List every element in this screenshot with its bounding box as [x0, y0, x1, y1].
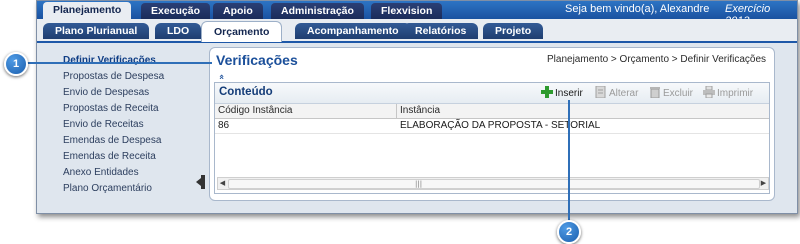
top-nav: Planejamento Execução Apoio Administraçã… [37, 1, 797, 27]
content-box: Conteúdo Inserir Alterar Excluir Imprimi… [214, 82, 770, 194]
tab-administracao[interactable]: Administração [271, 3, 364, 19]
plus-icon [541, 86, 553, 98]
content-title: Conteúdo [219, 86, 273, 98]
callout-2: 2 [557, 220, 581, 244]
document-edit-icon [595, 85, 607, 99]
delete-label: Excluir [663, 88, 694, 99]
tab-acompanhamento[interactable]: Acompanhamento [295, 23, 411, 39]
sidebar-item-anexo-entidades[interactable]: Anexo Entidades [63, 167, 139, 178]
page-title: Verificações [216, 52, 298, 68]
tab-plano-plurianual[interactable]: Plano Plurianual [43, 23, 150, 39]
column-divider[interactable] [396, 104, 397, 118]
edit-label: Alterar [609, 88, 639, 99]
sidebar-item-propostas-receita[interactable]: Propostas de Receita [63, 103, 159, 114]
table-row[interactable]: 86 ELABORAÇÃO DA PROPOSTA - SETORIAL [215, 119, 769, 134]
edit-button[interactable]: Alterar [595, 85, 639, 100]
callout-1: 1 [4, 52, 28, 76]
column-header-codigo[interactable]: Código Instância [218, 105, 293, 116]
column-header-instancia[interactable]: Instância [400, 105, 440, 116]
cell-codigo: 86 [218, 120, 230, 131]
sidebar-collapse-handle[interactable] [196, 175, 205, 189]
sidebar-item-emendas-despesa[interactable]: Emendas de Despesa [63, 135, 161, 146]
tab-planejamento[interactable]: Planejamento [43, 2, 132, 19]
tab-orcamento[interactable]: Orçamento [201, 21, 283, 42]
sidebar-item-definir-verificacoes[interactable]: Definir Verificações [63, 55, 156, 66]
sub-nav: Plano Plurianual LDO Orçamento Acompanha… [37, 19, 797, 43]
tab-execucao[interactable]: Execução [141, 3, 211, 19]
tab-apoio[interactable]: Apoio [213, 3, 263, 19]
sidebar-item-envio-despesas[interactable]: Envio de Despesas [63, 87, 149, 98]
sidebar: Definir Verificações Propostas de Despes… [37, 45, 205, 209]
collapse-chevron-icon[interactable]: « [216, 74, 226, 80]
printer-icon [703, 85, 715, 99]
scroll-right-icon[interactable]: ▶ [759, 179, 768, 188]
grid-header: Código Instância Instância [215, 104, 769, 119]
sidebar-item-envio-receitas[interactable]: Envio de Receitas [63, 119, 144, 130]
horizontal-scrollbar[interactable]: ◀ ||| ▶ [217, 177, 769, 190]
tab-flexvision[interactable]: Flexvision [371, 3, 443, 19]
callout-1-line [22, 62, 212, 64]
delete-button[interactable]: Excluir [649, 86, 693, 100]
print-button[interactable]: Imprimir [703, 85, 754, 100]
print-label: Imprimir [717, 88, 754, 99]
tab-projeto[interactable]: Projeto [483, 23, 544, 39]
insert-button[interactable]: Inserir [541, 86, 583, 100]
content-header: Conteúdo Inserir Alterar Excluir Imprimi… [215, 83, 769, 104]
trash-icon [649, 86, 661, 99]
scrollbar-thumb[interactable]: ||| [228, 179, 760, 189]
app-window: Planejamento Execução Apoio Administraçã… [36, 0, 798, 214]
grip-icon: ||| [415, 180, 423, 188]
sidebar-item-plano-orcamentario[interactable]: Plano Orçamentário [63, 183, 152, 194]
scroll-left-icon[interactable]: ◀ [218, 179, 227, 188]
tab-ldo[interactable]: LDO [155, 23, 202, 39]
welcome-text: Seja bem vindo(a), Alexandre [565, 3, 710, 15]
insert-label: Inserir [555, 88, 583, 99]
content-panel: Verificações Planejamento > Orçamento > … [209, 47, 775, 201]
breadcrumb: Planejamento > Orçamento > Definir Verif… [547, 54, 766, 65]
sidebar-item-emendas-receita[interactable]: Emendas de Receita [63, 151, 156, 162]
cell-instancia: ELABORAÇÃO DA PROPOSTA - SETORIAL [400, 120, 601, 131]
tab-relatorios[interactable]: Relatórios [403, 23, 479, 39]
sidebar-item-propostas-despesa[interactable]: Propostas de Despesa [63, 71, 164, 82]
